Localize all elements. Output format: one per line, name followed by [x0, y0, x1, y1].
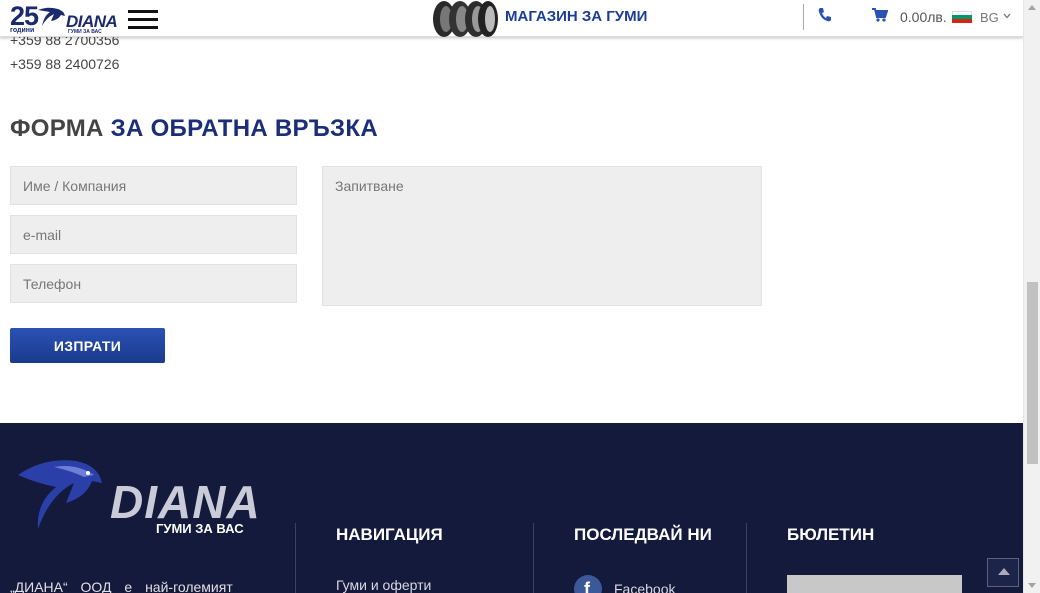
logo-years-label: години	[10, 27, 35, 34]
page-scrollbar[interactable]	[1023, 0, 1040, 593]
form-title-accent: ЗА ОБРАТНА ВРЪЗКА	[110, 115, 378, 142]
logo-tagline: ГУМИ ЗА ВАС	[68, 29, 102, 35]
chevron-down-icon[interactable]	[1003, 12, 1011, 20]
phone-icon[interactable]	[817, 7, 833, 23]
follow-title: ПОСЛЕДВАЙ НИ	[574, 525, 712, 544]
contact-phone-2[interactable]: +359 88 2400726	[10, 56, 119, 72]
facebook-icon[interactable]: f	[574, 575, 602, 593]
footer-divider	[746, 523, 747, 593]
about-text: „ДИАНА“ ООД е най-големият	[10, 579, 233, 593]
email-field[interactable]	[10, 215, 297, 254]
site-logo[interactable]: 25 години DIANA ГУМИ ЗА ВАС	[10, 1, 118, 35]
bg-flag-icon[interactable]	[952, 11, 972, 23]
footer-divider	[295, 523, 296, 593]
eagle-icon	[38, 7, 65, 26]
eagle-icon	[18, 460, 102, 529]
site-footer: DIANA ГУМИ ЗА ВАС „ДИАНА“ ООД е най-голе…	[0, 423, 1023, 593]
footer-logo[interactable]: DIANA ГУМИ ЗА ВАС	[14, 453, 260, 543]
footer-logo-tagline: ГУМИ ЗА ВАС	[156, 521, 244, 536]
site-header: 25 години DIANA ГУМИ ЗА ВАС МАГАЗИН ЗА Г…	[0, 0, 1023, 37]
cart-total[interactable]: 0.00лв.	[900, 9, 947, 25]
language-selector[interactable]: BG	[980, 10, 999, 25]
header-divider	[803, 4, 804, 30]
form-title: ФОРМА ЗА ОБРАТНА ВРЪЗКА	[10, 115, 378, 143]
form-title-plain: ФОРМА	[10, 115, 104, 142]
name-company-field[interactable]	[10, 166, 297, 205]
menu-hamburger-icon[interactable]	[128, 10, 158, 29]
scroll-to-top-button[interactable]	[987, 558, 1019, 587]
navigation-title: НАВИГАЦИЯ	[336, 525, 443, 544]
send-button[interactable]: ИЗПРАТИ	[10, 328, 165, 363]
inquiry-textarea[interactable]	[322, 166, 762, 306]
newsletter-title: БЮЛЕТИН	[787, 525, 875, 544]
phone-field[interactable]	[10, 264, 297, 303]
scrollbar-thumb[interactable]	[1027, 282, 1038, 464]
facebook-link[interactable]: Facebook	[614, 581, 675, 593]
shop-link[interactable]: МАГАЗИН ЗА ГУМИ	[505, 8, 647, 25]
cart-icon[interactable]	[872, 8, 888, 22]
footer-divider	[533, 523, 534, 593]
tires-image	[433, 1, 498, 37]
nav-link-tires-offers[interactable]: Гуми и оферти	[336, 577, 431, 593]
newsletter-email-input[interactable]	[787, 575, 962, 593]
